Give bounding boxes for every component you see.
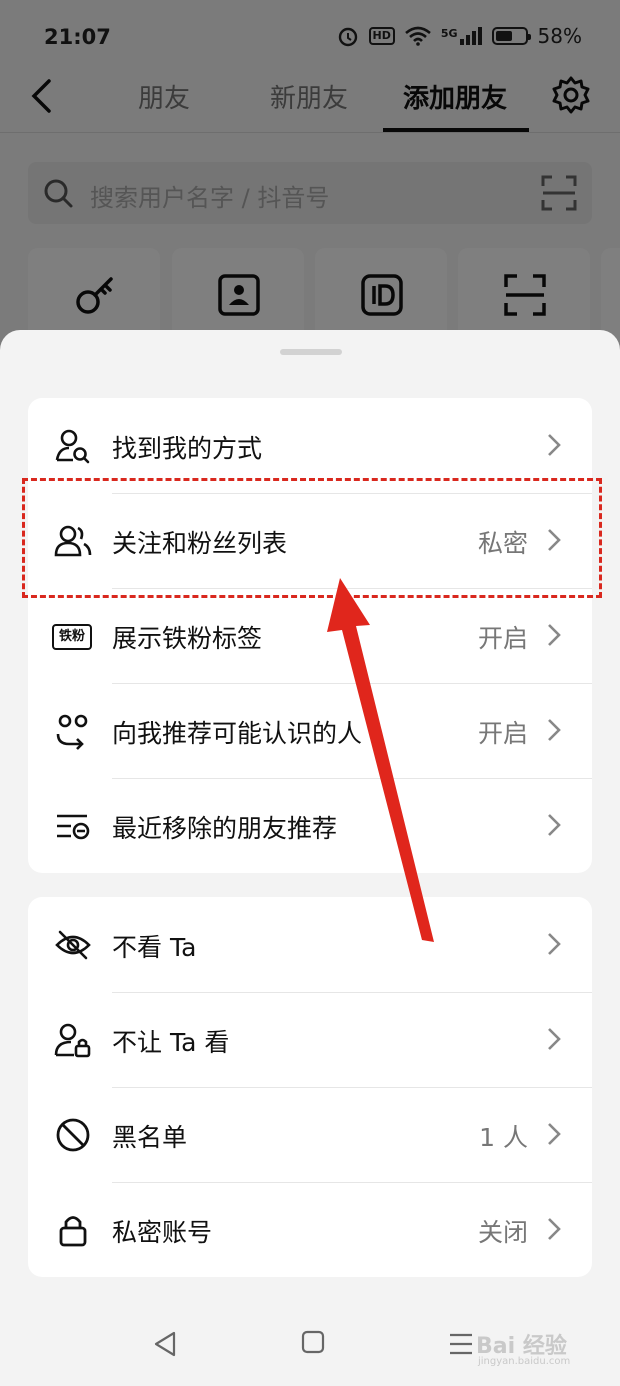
tiefen-badge-icon: 铁粉 — [52, 624, 92, 650]
recommend-icon — [56, 714, 88, 750]
row-tiefen-badge[interactable]: 铁粉 展示铁粉标签 开启 — [28, 588, 592, 683]
row-private-account[interactable]: 私密账号 关闭 — [28, 1182, 592, 1277]
nav-back-icon[interactable] — [152, 1330, 178, 1358]
user-lock-icon — [54, 1023, 91, 1058]
row-label: 黑名单 — [112, 1123, 188, 1152]
chevron-right-icon — [548, 624, 561, 646]
chevron-right-icon — [548, 933, 561, 955]
chevron-right-icon — [548, 1218, 561, 1240]
row-label: 私密账号 — [112, 1218, 213, 1247]
badge-text: 铁粉 — [58, 629, 85, 644]
chevron-right-icon — [548, 1123, 561, 1145]
row-label: 找到我的方式 — [112, 434, 263, 463]
find-me-icon — [55, 429, 90, 464]
row-label: 展示铁粉标签 — [112, 624, 263, 653]
row-recommend[interactable]: 向我推荐可能认识的人 开启 — [28, 683, 592, 778]
block-icon — [56, 1118, 90, 1152]
row-label: 不看 Ta — [112, 933, 197, 962]
row-label: 不让 Ta 看 — [112, 1028, 230, 1057]
chevron-right-icon — [548, 1028, 561, 1050]
lock-icon — [59, 1216, 87, 1247]
row-value: 1 人 — [479, 1123, 528, 1152]
row-divider — [112, 992, 592, 993]
row-value: 关闭 — [477, 1218, 528, 1247]
row-blacklist[interactable]: 黑名单 1 人 — [28, 1087, 592, 1182]
row-value: 开启 — [477, 719, 528, 748]
nav-menu-icon[interactable] — [448, 1332, 474, 1356]
settings-group-1: 找到我的方式 关注和粉丝列表 私密 铁粉 展示铁粉标签 开启 向我推荐可能认识的… — [28, 398, 592, 873]
row-divider — [112, 1182, 592, 1183]
row-value: 开启 — [477, 624, 528, 653]
settings-group-2: 不看 Ta 不让 Ta 看 黑名单 1 人 私密账号 关闭 — [28, 897, 592, 1277]
row-dont-let-ta-see[interactable]: 不让 Ta 看 — [28, 992, 592, 1087]
chevron-right-icon — [548, 434, 561, 456]
highlight-annotation — [22, 478, 602, 598]
removed-list-icon — [57, 814, 90, 840]
row-removed-recommendations[interactable]: 最近移除的朋友推荐 — [28, 778, 592, 873]
chevron-right-icon — [548, 719, 561, 741]
row-divider — [112, 1087, 592, 1088]
drag-handle[interactable] — [280, 349, 342, 355]
nav-home-icon[interactable] — [301, 1330, 325, 1354]
row-label: 向我推荐可能认识的人 — [112, 719, 363, 748]
eye-off-icon — [55, 930, 91, 960]
row-divider — [112, 778, 592, 779]
chevron-right-icon — [548, 814, 561, 836]
system-nav-bar: Bai 经验 jingyan.baidu.com — [0, 1300, 620, 1386]
row-divider — [112, 683, 592, 684]
watermark-sub: jingyan.baidu.com — [478, 1356, 571, 1367]
row-label: 最近移除的朋友推荐 — [112, 814, 338, 843]
row-hide-ta[interactable]: 不看 Ta — [28, 897, 592, 992]
